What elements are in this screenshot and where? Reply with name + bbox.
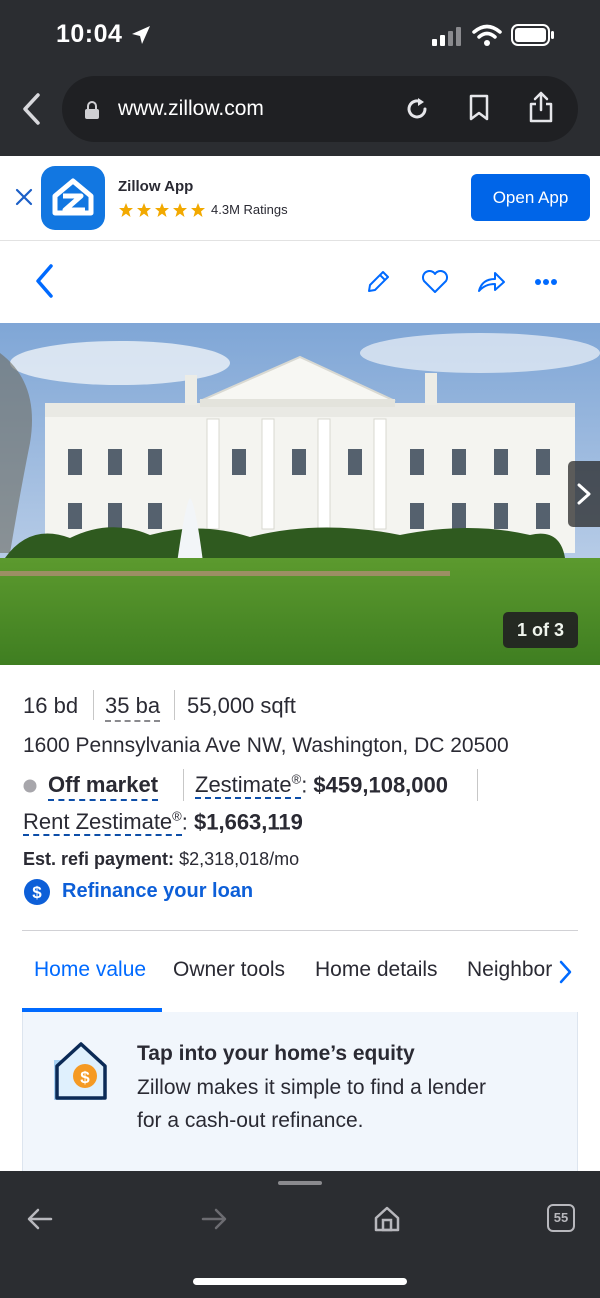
fact-divider bbox=[477, 769, 478, 801]
rent-zestimate-row: Rent Zestimate®: $1,663,119 bbox=[23, 809, 303, 837]
lock-icon bbox=[85, 101, 99, 119]
home-indicator bbox=[193, 1278, 407, 1285]
tab-owner-tools[interactable]: Owner tools bbox=[173, 958, 285, 982]
edit-pencil-icon[interactable] bbox=[365, 269, 391, 295]
equity-card-title: Tap into your home’s equity bbox=[137, 1042, 415, 1065]
zillow-app-icon bbox=[41, 166, 105, 230]
close-icon[interactable] bbox=[14, 187, 34, 207]
svg-text:$: $ bbox=[80, 1068, 90, 1087]
zestimate-label[interactable]: Zestimate® bbox=[195, 772, 302, 800]
grabber-handle[interactable] bbox=[278, 1181, 322, 1185]
status-time: 10:04 bbox=[56, 20, 123, 48]
browser-back-arrow-icon[interactable] bbox=[26, 1207, 54, 1231]
browser-home-icon[interactable] bbox=[373, 1205, 401, 1233]
rent-zestimate-value: $1,663,119 bbox=[194, 809, 303, 835]
tab-home-details[interactable]: Home details bbox=[315, 958, 438, 982]
wifi-icon bbox=[472, 24, 502, 46]
equity-card[interactable]: $ Tap into your home’s equity Zillow mak… bbox=[22, 1012, 578, 1182]
tab-home-value[interactable]: Home value bbox=[34, 958, 146, 982]
chevron-right-icon bbox=[577, 483, 591, 505]
tabs-scroll-right-icon[interactable] bbox=[558, 960, 574, 984]
market-status[interactable]: Off market bbox=[48, 772, 159, 801]
tabs-divider bbox=[22, 930, 578, 931]
baths-count[interactable]: 35 ba bbox=[105, 693, 161, 722]
location-arrow-icon bbox=[132, 26, 150, 44]
url-text: www.zillow.com bbox=[118, 97, 264, 120]
beds-count: 16 bd bbox=[23, 693, 79, 718]
zestimate-row: Zestimate®: $459,108,000 bbox=[195, 772, 448, 800]
refi-payment-row: Est. refi payment: $2,318,018/mo bbox=[23, 849, 299, 870]
tabs-count: 55 bbox=[553, 1210, 569, 1225]
browser-address-bar: www.zillow.com bbox=[0, 70, 600, 156]
status-bar: 10:04 bbox=[0, 0, 600, 70]
rent-zestimate-label-text: Rent Zestimate bbox=[23, 809, 173, 835]
equity-card-body-line2: for a cash-out refinance. bbox=[137, 1109, 364, 1132]
zillow-logo-icon bbox=[52, 178, 94, 216]
share-arrow-icon[interactable] bbox=[476, 270, 506, 294]
property-address: 1600 Pennsylvania Ave NW, Washington, DC… bbox=[23, 734, 509, 757]
fact-divider bbox=[183, 769, 184, 801]
app-name: Zillow App bbox=[118, 178, 194, 195]
save-heart-icon[interactable] bbox=[421, 270, 449, 294]
share-icon[interactable] bbox=[528, 90, 554, 124]
browser-back-icon[interactable] bbox=[20, 92, 42, 126]
zestimate-value: $459,108,000 bbox=[313, 772, 448, 798]
refinance-link[interactable]: Refinance your loan bbox=[62, 880, 253, 903]
dollar-circle-icon: $ bbox=[24, 879, 50, 905]
battery-icon bbox=[511, 24, 554, 46]
refi-label: Est. refi payment: bbox=[23, 849, 175, 869]
sqft-value: 55,000 sqft bbox=[187, 693, 296, 718]
reload-icon[interactable] bbox=[404, 96, 430, 122]
more-options-icon[interactable] bbox=[534, 277, 558, 287]
rating-stars-icon bbox=[119, 203, 205, 217]
rent-zestimate-label[interactable]: Rent Zestimate® bbox=[23, 809, 182, 837]
fact-divider bbox=[174, 690, 175, 720]
app-ratings: 4.3M Ratings bbox=[211, 202, 288, 217]
open-app-button[interactable]: Open App bbox=[471, 174, 590, 221]
status-dot-icon bbox=[23, 779, 37, 793]
refi-value: $2,318,018/mo bbox=[179, 849, 300, 869]
fact-divider bbox=[93, 690, 94, 720]
browser-forward-arrow-icon[interactable] bbox=[200, 1207, 228, 1231]
house-dollar-icon: $ bbox=[54, 1042, 107, 1100]
cellular-signal-icon bbox=[432, 27, 461, 46]
svg-text:$: $ bbox=[32, 883, 42, 902]
tab-neighborhood[interactable]: Neighbor bbox=[467, 958, 555, 982]
listing-toolbar bbox=[0, 241, 600, 323]
bookmark-icon[interactable] bbox=[468, 94, 490, 122]
tabs-count-button[interactable]: 55 bbox=[547, 1204, 575, 1232]
zestimate-label-text: Zestimate bbox=[195, 772, 292, 798]
photo-next-button[interactable] bbox=[568, 461, 600, 527]
equity-card-body-line1: Zillow makes it simple to find a lender bbox=[137, 1076, 486, 1099]
back-icon[interactable] bbox=[33, 263, 55, 299]
app-install-banner: Zillow App 4.3M Ratings Open App bbox=[0, 156, 600, 241]
photo-counter: 1 of 3 bbox=[503, 612, 578, 648]
